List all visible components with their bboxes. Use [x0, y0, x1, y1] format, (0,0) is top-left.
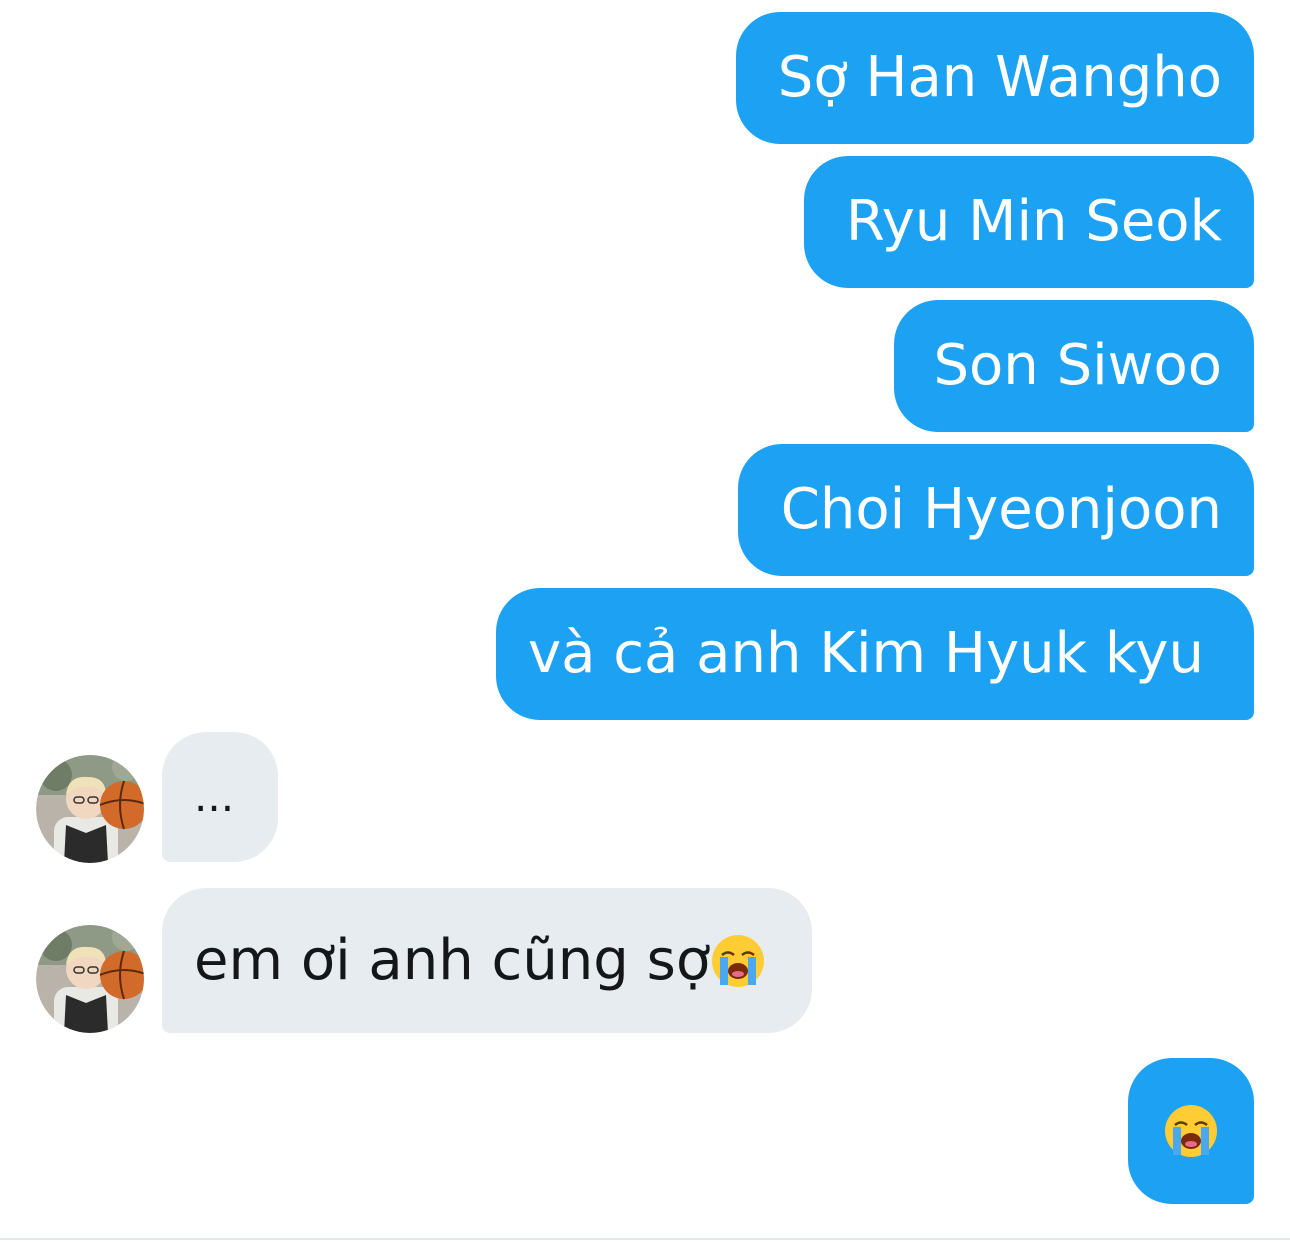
- message-thread: Sợ Han Wangho Ryu Min Seok Son Siwoo Cho…: [0, 0, 1290, 1243]
- sent-message-bubble[interactable]: Ryu Min Seok: [804, 156, 1254, 288]
- message-text: Son Siwoo: [933, 333, 1222, 398]
- message-text: Ryu Min Seok: [845, 189, 1222, 254]
- message-text: và cả anh Kim Hyuk kyu: [528, 621, 1204, 686]
- sent-message-bubble[interactable]: và cả anh Kim Hyuk kyu: [496, 588, 1254, 720]
- loudly-crying-face-icon: [712, 934, 765, 987]
- avatar-photo: [36, 755, 144, 863]
- sent-message-bubble[interactable]: Sợ Han Wangho: [736, 12, 1254, 144]
- message-text: Choi Hyeonjoon: [780, 477, 1222, 542]
- message-text: ...: [194, 772, 235, 821]
- message-text: Sợ Han Wangho: [777, 45, 1222, 110]
- sent-message-bubble[interactable]: Son Siwoo: [894, 300, 1254, 432]
- divider: [0, 1238, 1290, 1240]
- sent-message-bubble[interactable]: Choi Hyeonjoon: [738, 444, 1254, 576]
- message-text: em ơi anh cũng sợ: [194, 927, 711, 993]
- received-message-bubble[interactable]: ...: [162, 732, 278, 862]
- avatar-photo: [36, 925, 144, 1033]
- sent-message-bubble[interactable]: [1128, 1058, 1254, 1204]
- avatar[interactable]: [36, 755, 144, 863]
- loudly-crying-face-icon: [1165, 1105, 1217, 1157]
- received-message-bubble[interactable]: em ơi anh cũng sợ: [162, 888, 812, 1033]
- avatar[interactable]: [36, 925, 144, 1033]
